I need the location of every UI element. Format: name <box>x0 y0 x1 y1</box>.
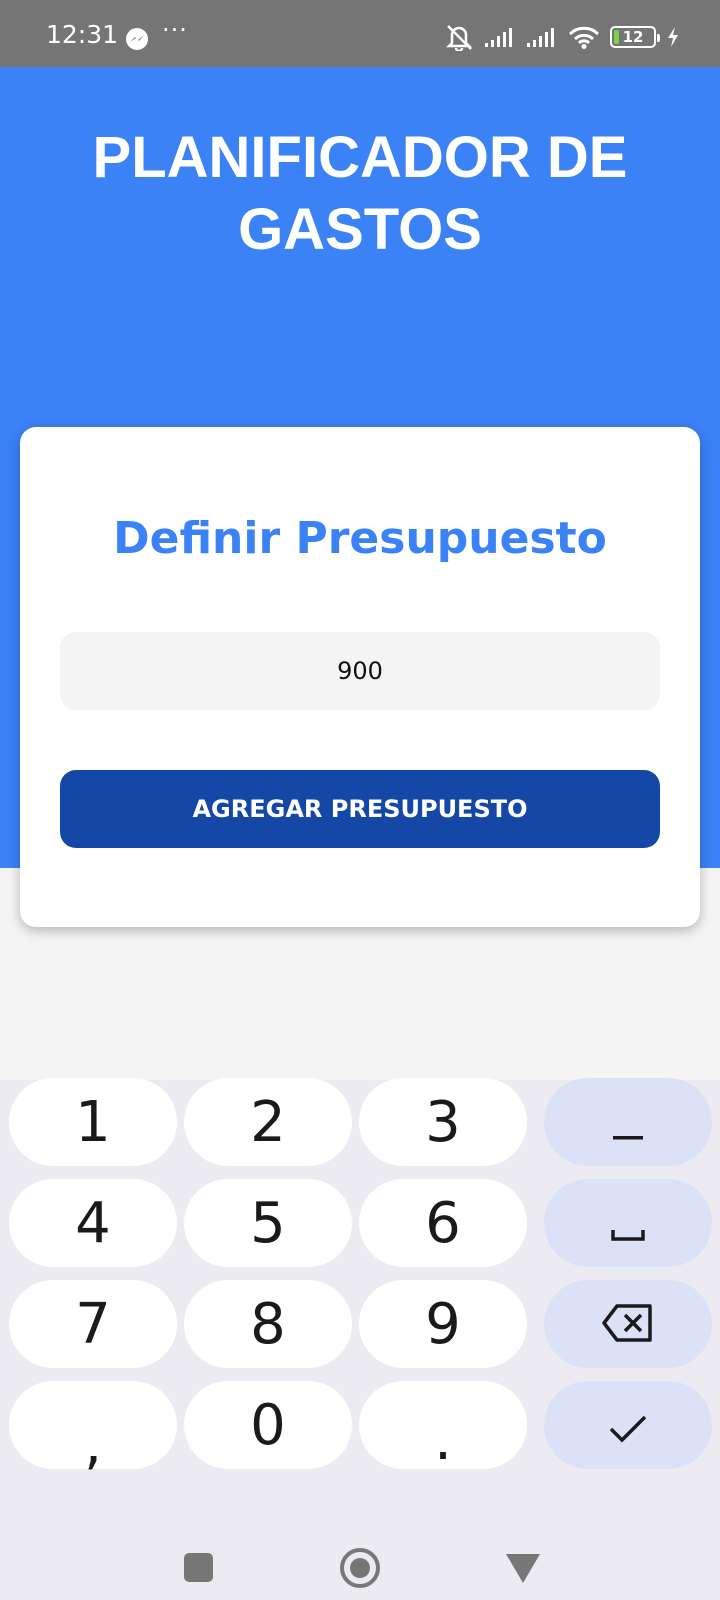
budget-input[interactable] <box>60 632 660 710</box>
battery-level: 12 <box>622 28 644 46</box>
messenger-icon <box>126 28 148 50</box>
key-backspace[interactable] <box>544 1280 712 1368</box>
signal-icon <box>484 26 516 48</box>
budget-card: Definir Presupuesto AGREGAR PRESUPUESTO <box>20 427 700 927</box>
recent-apps-icon[interactable] <box>184 1553 213 1582</box>
key-8[interactable]: 8 <box>184 1280 352 1368</box>
key-0[interactable]: 0 <box>184 1381 352 1469</box>
key-3[interactable]: 3 <box>359 1078 527 1166</box>
key-minus[interactable] <box>544 1078 712 1166</box>
back-icon[interactable] <box>506 1554 540 1583</box>
key-9[interactable]: 9 <box>359 1280 527 1368</box>
battery-icon: 12 <box>610 26 660 48</box>
key-comma[interactable]: , <box>9 1381 177 1473</box>
key-1[interactable]: 1 <box>9 1078 177 1166</box>
key-6[interactable]: 6 <box>359 1179 527 1267</box>
check-icon <box>608 1393 648 1458</box>
navigation-bar <box>0 1500 720 1600</box>
key-space[interactable] <box>544 1179 712 1267</box>
card-title: Definir Presupuesto <box>113 513 607 564</box>
status-icons: 12 <box>444 22 680 52</box>
key-2[interactable]: 2 <box>184 1078 352 1166</box>
home-icon[interactable] <box>340 1548 380 1588</box>
wifi-icon <box>568 25 600 49</box>
signal-icon <box>526 26 558 48</box>
app-header: PLANIFICADOR DE GASTOS Definir Presupues… <box>0 67 720 927</box>
more-notifications-icon: ··· <box>162 16 188 44</box>
backspace-icon <box>602 1292 654 1357</box>
charging-icon <box>666 26 680 48</box>
add-budget-button[interactable]: AGREGAR PRESUPUESTO <box>60 770 660 848</box>
mute-icon <box>444 23 474 51</box>
app-title: PLANIFICADOR DE GASTOS <box>92 125 628 262</box>
key-7[interactable]: 7 <box>9 1280 177 1368</box>
space-icon <box>611 1191 645 1256</box>
key-5[interactable]: 5 <box>184 1179 352 1267</box>
minus-icon <box>613 1090 643 1155</box>
key-done[interactable] <box>544 1381 712 1469</box>
key-dot[interactable]: . <box>359 1381 527 1473</box>
status-time: 12:31 <box>46 20 119 49</box>
status-bar: 12:31 ··· 12 <box>0 0 720 67</box>
key-4[interactable]: 4 <box>9 1179 177 1267</box>
